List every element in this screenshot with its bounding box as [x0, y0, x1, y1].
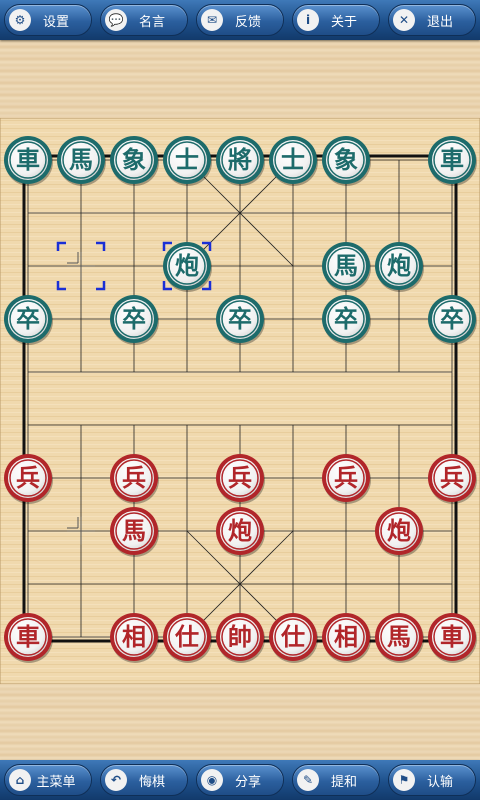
xiangqi-board[interactable]: 車馬象士將士象車炮馬炮卒卒卒卒卒兵兵兵兵兵馬炮炮車相仕帥仕相馬車: [0, 118, 480, 684]
piece-label: 炮: [387, 252, 411, 280]
piece-label: 兵: [334, 464, 358, 492]
piece-label: 將: [228, 146, 252, 174]
share-icon: ◉: [201, 769, 223, 791]
main-menu-button[interactable]: ⌂ 主菜单: [4, 764, 92, 796]
offer-draw-button[interactable]: ✎ 提和: [292, 764, 380, 796]
piece-label: 馬: [69, 146, 93, 174]
piece-label: 仕: [174, 623, 199, 651]
piece-label: 帥: [228, 623, 252, 651]
quotes-label: 名言: [138, 14, 165, 30]
piece-label: 士: [281, 146, 305, 174]
bottom-menu-bar: ⌂ 主菜单 ↶ 悔棋 ◉ 分享 ✎ 提和 ⚑ 认输: [0, 760, 480, 800]
resign-label: 认输: [426, 774, 453, 790]
pencil-icon: ✎: [297, 769, 319, 791]
gear-icon: ⚙: [9, 9, 31, 31]
piece-label: 卒: [16, 305, 40, 333]
piece-label: 炮: [175, 252, 199, 280]
piece-label: 馬: [122, 517, 146, 545]
offer-draw-label: 提和: [330, 774, 357, 790]
about-button[interactable]: i 关于: [292, 4, 380, 36]
share-button[interactable]: ◉ 分享: [196, 764, 284, 796]
quotes-button[interactable]: 💬 名言: [100, 4, 188, 36]
piece-label: 兵: [228, 464, 252, 492]
undo-icon: ↶: [105, 769, 127, 791]
piece-label: 兵: [122, 464, 146, 492]
about-label: 关于: [330, 14, 357, 30]
resign-button[interactable]: ⚑ 认输: [388, 764, 476, 796]
piece-label: 象: [334, 146, 358, 174]
piece-label: 馬: [387, 623, 411, 651]
main-menu-label: 主菜单: [36, 774, 76, 790]
piece-label: 卒: [122, 305, 146, 333]
undo-button[interactable]: ↶ 悔棋: [100, 764, 188, 796]
piece-label: 卒: [440, 305, 464, 333]
piece-label: 仕: [280, 623, 305, 651]
speech-bubble-icon: 💬: [105, 9, 127, 31]
piece-label: 士: [175, 146, 199, 174]
exit-button[interactable]: ✕ 退出: [388, 4, 476, 36]
piece-label: 卒: [334, 305, 358, 333]
piece-label: 車: [16, 146, 40, 174]
piece-label: 兵: [16, 464, 40, 492]
home-icon: ⌂: [9, 769, 31, 791]
undo-label: 悔棋: [138, 774, 165, 790]
envelope-icon: ✉: [201, 9, 223, 31]
settings-button[interactable]: ⚙ 设置: [4, 4, 92, 36]
piece-label: 車: [440, 623, 464, 651]
top-menu-bar: ⚙ 设置 💬 名言 ✉ 反馈 i 关于 ✕ 退出: [0, 0, 480, 40]
feedback-button[interactable]: ✉ 反馈: [196, 4, 284, 36]
flag-icon: ⚑: [393, 769, 415, 791]
piece-label: 車: [440, 146, 464, 174]
piece-label: 兵: [440, 464, 464, 492]
piece-label: 象: [122, 146, 146, 174]
share-label: 分享: [234, 774, 261, 790]
piece-label: 炮: [228, 517, 252, 545]
exit-label: 退出: [426, 14, 453, 30]
piece-label: 卒: [228, 305, 252, 333]
piece-label: 炮: [387, 517, 411, 545]
feedback-label: 反馈: [234, 14, 261, 30]
piece-label: 馬: [334, 252, 358, 280]
piece-label: 相: [334, 623, 358, 651]
piece-label: 相: [122, 623, 146, 651]
close-icon: ✕: [393, 9, 415, 31]
settings-label: 设置: [42, 14, 69, 30]
info-icon: i: [297, 9, 319, 31]
piece-label: 車: [16, 623, 40, 651]
